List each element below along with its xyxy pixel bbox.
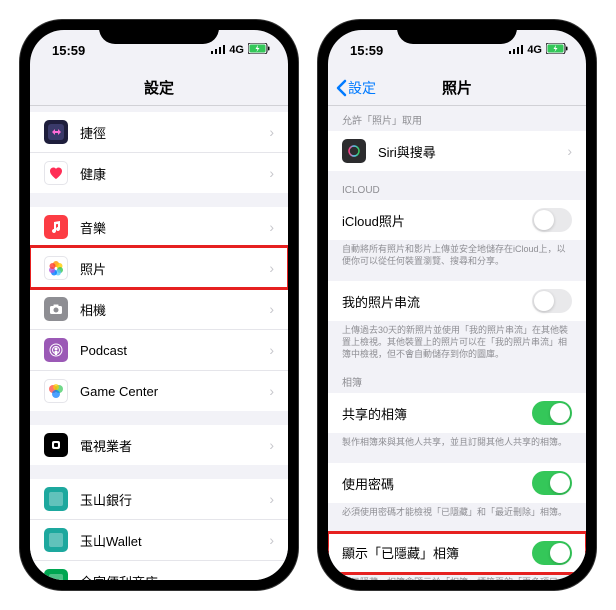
- settings-row[interactable]: 玉山Wallet›: [30, 519, 288, 560]
- section-footer: 上傳過去30天的新照片並使用「我的照片串流」在其他裝置上檢視。其他裝置上的照片可…: [328, 321, 586, 360]
- screen-right: 15:59 4G 設定 照片 允許「照片」取用Siri與搜尋›ICLOUDiCl…: [328, 30, 586, 580]
- photos-settings[interactable]: 允許「照片」取用Siri與搜尋›ICLOUDiCloud照片自動將所有照片和影片…: [328, 106, 586, 580]
- signal-icon: [211, 44, 225, 57]
- row-label: Game Center: [80, 384, 269, 399]
- chevron-icon: ›: [269, 383, 274, 399]
- settings-row[interactable]: Game Center›: [30, 370, 288, 411]
- status-right: 4G: [211, 43, 270, 57]
- network-label: 4G: [527, 44, 542, 56]
- chevron-icon: ›: [269, 342, 274, 358]
- podcast-icon: [44, 338, 68, 362]
- settings-row[interactable]: 玉山銀行›: [30, 479, 288, 519]
- chevron-icon: ›: [269, 532, 274, 548]
- settings-row[interactable]: 健康›: [30, 152, 288, 193]
- photos-icon: [44, 256, 68, 280]
- chevron-icon: ›: [269, 124, 274, 140]
- section-footer: 「已隱藏」相簿會顯示於「相簿」標籤頁的「更多項目」中。: [328, 573, 586, 580]
- toggle-switch[interactable]: [532, 541, 572, 565]
- battery-icon: [546, 43, 568, 57]
- toggle-switch[interactable]: [532, 289, 572, 313]
- row-label: iCloud照片: [342, 211, 532, 230]
- row-label: 我的照片串流: [342, 292, 532, 311]
- settings-row[interactable]: 全家便利商店›: [30, 560, 288, 580]
- nav-bar: 設定 照片: [328, 70, 586, 106]
- chevron-icon: ›: [269, 301, 274, 317]
- app-icon: [44, 569, 68, 580]
- settings-row[interactable]: iCloud照片: [328, 200, 586, 240]
- health-icon: [44, 161, 68, 185]
- chevron-icon: ›: [269, 491, 274, 507]
- tvprovider-icon: [44, 433, 68, 457]
- settings-row[interactable]: Podcast›: [30, 329, 288, 370]
- screen-left: 15:59 4G 設定 捷徑›健康›音樂›照片›相機›Podcast›Game …: [30, 30, 288, 580]
- nav-bar: 設定: [30, 70, 288, 106]
- section-footer: 製作相簿來與其他人共享，並且訂閱其他人共享的相簿。: [328, 433, 586, 449]
- back-label: 設定: [348, 78, 376, 98]
- row-label: 捷徑: [80, 123, 269, 142]
- row-label: Podcast: [80, 343, 269, 358]
- chevron-icon: ›: [269, 260, 274, 276]
- settings-row[interactable]: 音樂›: [30, 207, 288, 247]
- chevron-icon: ›: [567, 143, 572, 159]
- row-label: 電視業者: [80, 436, 269, 455]
- signal-icon: [509, 44, 523, 57]
- phone-right: 15:59 4G 設定 照片 允許「照片」取用Siri與搜尋›ICLOUDiCl…: [318, 20, 596, 590]
- toggle-switch[interactable]: [532, 208, 572, 232]
- row-label: 玉山Wallet: [80, 531, 269, 550]
- section-footer: 自動將所有照片和影片上傳並安全地儲存在iCloud上，以便你可以從任何裝置瀏覽、…: [328, 240, 586, 267]
- chevron-icon: ›: [269, 165, 274, 181]
- settings-row[interactable]: 使用密碼: [328, 463, 586, 503]
- section-footer: 必須使用密碼才能檢視「已隱藏」和「最近刪除」相簿。: [328, 503, 586, 519]
- toggle-switch[interactable]: [532, 471, 572, 495]
- chevron-icon: ›: [269, 437, 274, 453]
- settings-row[interactable]: Siri與搜尋›: [328, 131, 586, 171]
- gamecenter-icon: [44, 379, 68, 403]
- app-icon: [44, 528, 68, 552]
- row-label: 玉山銀行: [80, 490, 269, 509]
- page-title: 設定: [144, 77, 174, 98]
- status-time: 15:59: [52, 43, 85, 58]
- page-title: 照片: [442, 77, 472, 98]
- settings-row[interactable]: 照片›: [30, 247, 288, 288]
- back-button[interactable]: 設定: [336, 78, 376, 98]
- settings-row[interactable]: 電視業者›: [30, 425, 288, 465]
- section-header: ICLOUD: [328, 185, 586, 200]
- settings-list[interactable]: 捷徑›健康›音樂›照片›相機›Podcast›Game Center›電視業者›…: [30, 106, 288, 580]
- status-time: 15:59: [350, 43, 383, 58]
- row-label: 使用密碼: [342, 474, 532, 493]
- chevron-icon: ›: [269, 219, 274, 235]
- row-label: 音樂: [80, 218, 269, 237]
- status-right: 4G: [509, 43, 568, 57]
- shortcuts-icon: [44, 120, 68, 144]
- chevron-icon: ›: [269, 573, 274, 580]
- row-label: 照片: [80, 259, 269, 278]
- notch: [99, 20, 219, 44]
- settings-row[interactable]: 顯示「已隱藏」相簿: [328, 533, 586, 573]
- notch: [397, 20, 517, 44]
- section-header: 相簿: [328, 374, 586, 393]
- row-label: 全家便利商店: [80, 572, 269, 581]
- row-label: Siri與搜尋: [378, 142, 567, 161]
- row-label: 顯示「已隱藏」相簿: [342, 543, 532, 562]
- network-label: 4G: [229, 44, 244, 56]
- siri-icon: [342, 139, 366, 163]
- phone-left: 15:59 4G 設定 捷徑›健康›音樂›照片›相機›Podcast›Game …: [20, 20, 298, 590]
- section-header: 允許「照片」取用: [328, 112, 586, 131]
- settings-row[interactable]: 捷徑›: [30, 112, 288, 152]
- settings-row[interactable]: 共享的相簿: [328, 393, 586, 433]
- settings-row[interactable]: 相機›: [30, 288, 288, 329]
- settings-row[interactable]: 我的照片串流: [328, 281, 586, 321]
- toggle-switch[interactable]: [532, 401, 572, 425]
- camera-icon: [44, 297, 68, 321]
- row-label: 共享的相簿: [342, 404, 532, 423]
- battery-icon: [248, 43, 270, 57]
- row-label: 健康: [80, 164, 269, 183]
- row-label: 相機: [80, 300, 269, 319]
- app-icon: [44, 487, 68, 511]
- music-icon: [44, 215, 68, 239]
